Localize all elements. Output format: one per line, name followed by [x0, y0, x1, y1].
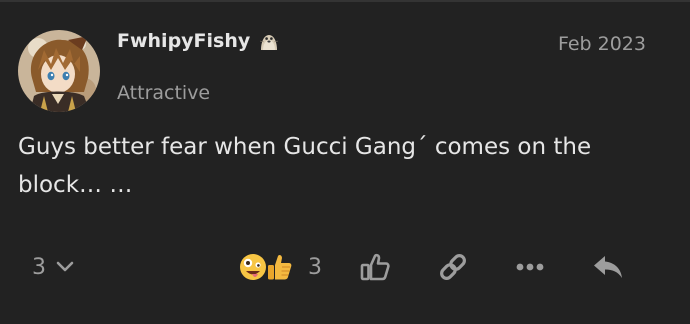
post-body: Guys better fear when Gucci Gang´ comes … — [18, 128, 658, 204]
more-icon — [514, 251, 546, 283]
seal-icon — [258, 30, 280, 52]
username[interactable]: FwhipyFishy — [117, 30, 250, 52]
more-options-button[interactable] — [511, 248, 549, 286]
replies-count: 3 — [32, 254, 46, 280]
reply-icon — [591, 251, 625, 283]
user-title: Attractive — [117, 82, 211, 104]
like-button[interactable] — [356, 248, 394, 286]
chevron-down-icon — [56, 261, 74, 273]
reaction-count: 3 — [308, 254, 322, 280]
post-text-line: Guys better fear when Gucci Gang´ comes … — [18, 134, 592, 160]
top-divider — [0, 0, 690, 2]
post-date[interactable]: Feb 2023 — [558, 33, 646, 55]
avatar[interactable] — [18, 30, 100, 112]
copy-link-button[interactable] — [434, 248, 472, 286]
post-text-line: block… … — [18, 172, 133, 198]
reactions-summary[interactable]: 3 — [238, 249, 322, 285]
link-icon — [437, 251, 469, 283]
thumbs-up-emoji — [264, 252, 294, 282]
replies-toggle[interactable]: 3 — [32, 250, 74, 284]
username-row: FwhipyFishy — [117, 30, 280, 52]
like-icon — [359, 251, 391, 283]
reply-button[interactable] — [589, 248, 627, 286]
